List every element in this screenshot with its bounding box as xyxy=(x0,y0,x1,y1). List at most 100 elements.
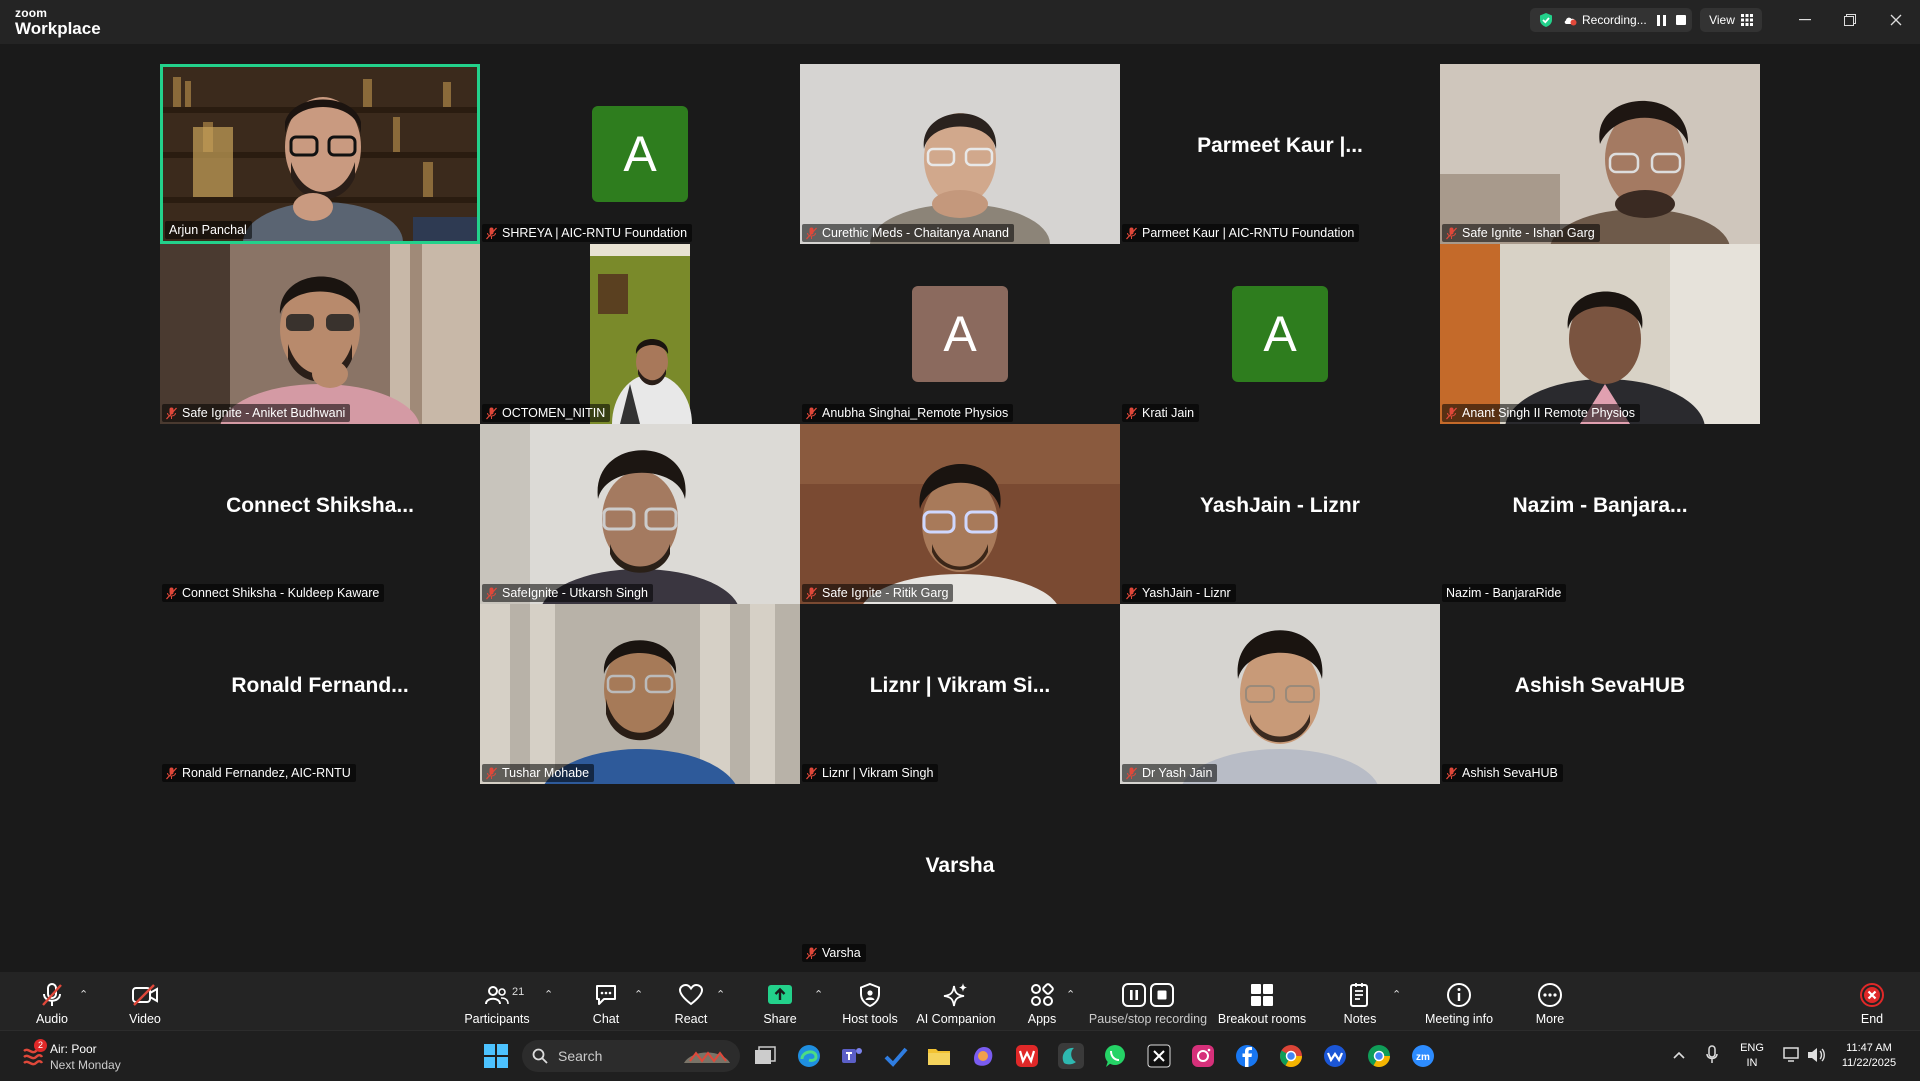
copilot-icon[interactable] xyxy=(970,1043,996,1069)
participant-tile-ashish-sevahub[interactable]: Ashish SevaHUB Ashish SevaHUB xyxy=(1440,604,1760,784)
participant-tile-chaitanya-anand[interactable]: Curethic Meds - Chaitanya Anand xyxy=(800,64,1120,244)
video-feed xyxy=(800,424,1120,604)
cloud-recording-icon xyxy=(1564,17,1577,26)
volume-icon[interactable] xyxy=(1806,1045,1826,1070)
participant-name: Krati Jain xyxy=(1142,406,1195,420)
participant-tile-yashjain-liznr[interactable]: YashJain - Liznr YashJain - Liznr xyxy=(1120,424,1440,604)
language-indicator[interactable]: ENG IN xyxy=(1736,1041,1768,1071)
more-ellipsis-icon xyxy=(1538,983,1562,1007)
zoom-active-app-icon[interactable] xyxy=(1058,1043,1084,1069)
apps-label: Apps xyxy=(1027,1012,1057,1026)
audio-button[interactable]: Audio xyxy=(30,972,74,1030)
recording-indicator[interactable]: Recording... xyxy=(1530,8,1692,32)
wps-office-icon[interactable] xyxy=(1014,1043,1040,1069)
notes-options-chevron-icon[interactable]: ⌃ xyxy=(1392,988,1401,1001)
weather-text[interactable]: Air: Poor Next Monday xyxy=(50,1041,121,1073)
audio-options-chevron-icon[interactable]: ⌃ xyxy=(79,988,88,1001)
participant-tile-utkarsh-singh[interactable]: SafeIgnite - Utkarsh Singh xyxy=(480,424,800,604)
participant-name-tag: Ronald Fernandez, AIC-RNTU xyxy=(162,764,356,782)
end-meeting-button[interactable]: End xyxy=(1852,972,1892,1030)
breakout-rooms-icon xyxy=(1251,984,1273,1006)
participant-name: Dr Yash Jain xyxy=(1142,766,1213,780)
participant-tile-anant-singh[interactable]: Anant Singh II Remote Physios xyxy=(1440,244,1760,424)
file-explorer-icon[interactable] xyxy=(926,1043,952,1069)
share-button[interactable]: Share xyxy=(760,972,800,1030)
windows-logo-icon xyxy=(484,1044,508,1068)
participant-tile-kuldeep-kaware[interactable]: Connect Shiksha... Connect Shiksha - Kul… xyxy=(160,424,480,604)
participant-name-tag: YashJain - Liznr xyxy=(1122,584,1236,602)
apps-button[interactable]: Apps xyxy=(1022,972,1062,1030)
react-options-chevron-icon[interactable]: ⌃ xyxy=(716,988,725,1001)
close-window-button[interactable] xyxy=(1884,10,1908,30)
participants-icon xyxy=(485,986,509,1005)
apps-options-chevron-icon[interactable]: ⌃ xyxy=(1066,988,1075,1001)
participant-tile-krati-jain[interactable]: A Krati Jain xyxy=(1120,244,1440,424)
windows-start-button[interactable] xyxy=(483,1043,509,1069)
breakout-rooms-button[interactable]: Breakout rooms xyxy=(1218,972,1306,1030)
participant-tile-aniket-budhwani[interactable]: Safe Ignite - Aniket Budhwani xyxy=(160,244,480,424)
pause-recording-icon[interactable] xyxy=(1656,14,1666,26)
facebook-icon[interactable] xyxy=(1234,1043,1260,1069)
participant-tile-vikram-singh[interactable]: Liznr | Vikram Si... Liznr | Vikram Sing… xyxy=(800,604,1120,784)
system-clock[interactable]: 11:47 AM 11/22/2025 xyxy=(1834,1041,1904,1071)
muted-mic-icon xyxy=(1126,407,1137,419)
edge-browser-icon[interactable] xyxy=(796,1043,822,1069)
webex-icon[interactable] xyxy=(1322,1043,1348,1069)
ai-companion-sparkle-icon xyxy=(943,983,967,1007)
participant-tile-anubha-singhai[interactable]: A Anubha Singhai_Remote Physios xyxy=(800,244,1120,424)
instagram-icon[interactable] xyxy=(1190,1043,1216,1069)
network-icon[interactable] xyxy=(1782,1045,1802,1070)
participant-tile-ritik-garg[interactable]: Safe Ignite - Ritik Garg xyxy=(800,424,1120,604)
notes-icon xyxy=(1350,983,1368,1007)
chrome-profile-icon[interactable] xyxy=(1366,1043,1392,1069)
muted-mic-icon xyxy=(166,587,177,599)
chat-options-chevron-icon[interactable]: ⌃ xyxy=(634,988,643,1001)
participants-button[interactable]: Participants xyxy=(462,972,532,1030)
taskbar-search-box[interactable]: Search xyxy=(522,1040,740,1072)
participant-tile-parmeet-kaur[interactable]: Parmeet Kaur |... Parmeet Kaur | AIC-RNT… xyxy=(1120,64,1440,244)
zoom-meetings-icon[interactable]: zm xyxy=(1410,1043,1436,1069)
participant-name-tag: Tushar Mohabe xyxy=(482,764,595,782)
share-screen-icon xyxy=(768,985,792,1004)
participant-tile-dr-yash-jain[interactable]: Dr Yash Jain xyxy=(1120,604,1440,784)
todo-icon[interactable] xyxy=(883,1043,909,1069)
react-button[interactable]: React xyxy=(671,972,711,1030)
teams-icon[interactable] xyxy=(839,1043,865,1069)
participant-name-tag: SafeIgnite - Utkarsh Singh xyxy=(482,584,653,602)
participant-tile-varsha[interactable]: Varsha Varsha xyxy=(800,784,1120,964)
x-app-icon[interactable] xyxy=(1146,1043,1172,1069)
minimize-window-button[interactable] xyxy=(1793,10,1817,30)
show-hidden-icons-chevron-icon[interactable] xyxy=(1672,1047,1686,1065)
participants-options-chevron-icon[interactable]: ⌃ xyxy=(544,988,553,1001)
participant-tile-octomen-nitin[interactable]: OCTOMEN_NITIN xyxy=(480,244,800,424)
participant-tile-nazim-banjararide[interactable]: Nazim - Banjara... Nazim - BanjaraRide xyxy=(1440,424,1760,604)
participant-tile-arjun-panchal[interactable]: Arjun Panchal xyxy=(160,64,480,244)
meeting-info-button[interactable]: Meeting info xyxy=(1422,972,1496,1030)
microphone-tray-icon[interactable] xyxy=(1705,1045,1719,1070)
whatsapp-icon[interactable] xyxy=(1102,1043,1128,1069)
participants-label: Participants xyxy=(464,1012,530,1026)
participant-tile-shreya[interactable]: A SHREYA | AIC-RNTU Foundation xyxy=(480,64,800,244)
muted-mic-icon xyxy=(1446,407,1457,419)
share-options-chevron-icon[interactable]: ⌃ xyxy=(814,988,823,1001)
host-tools-button[interactable]: Host tools xyxy=(839,972,901,1030)
participant-tile-tushar-mohabe[interactable]: Tushar Mohabe xyxy=(480,604,800,784)
participant-tile-ishan-garg[interactable]: Safe Ignite - Ishan Garg xyxy=(1440,64,1760,244)
notes-button[interactable]: Notes xyxy=(1340,972,1380,1030)
stop-recording-icon[interactable] xyxy=(1675,15,1686,25)
logo-big-text: Workplace xyxy=(15,19,101,38)
video-button[interactable]: Video xyxy=(123,972,167,1030)
chat-button[interactable]: Chat xyxy=(586,972,626,1030)
weather-widget[interactable]: 2 xyxy=(20,1039,50,1071)
ai-companion-button[interactable]: AI Companion xyxy=(916,972,996,1030)
participant-name-tag: Liznr | Vikram Singh xyxy=(802,764,939,782)
pause-stop-recording-button[interactable]: Pause/stop recording xyxy=(1088,972,1208,1030)
task-view-icon[interactable] xyxy=(752,1043,778,1069)
participant-tile-ronald-fernandez[interactable]: Ronald Fernand... Ronald Fernandez, AIC-… xyxy=(160,604,480,784)
view-button[interactable]: View xyxy=(1700,8,1762,32)
more-button[interactable]: More xyxy=(1530,972,1570,1030)
pause-stop-recording-label: Pause/stop recording xyxy=(1088,1012,1208,1026)
restore-window-button[interactable] xyxy=(1838,10,1862,30)
participant-name: Ronald Fernandez, AIC-RNTU xyxy=(182,766,351,780)
chrome-icon[interactable] xyxy=(1278,1043,1304,1069)
